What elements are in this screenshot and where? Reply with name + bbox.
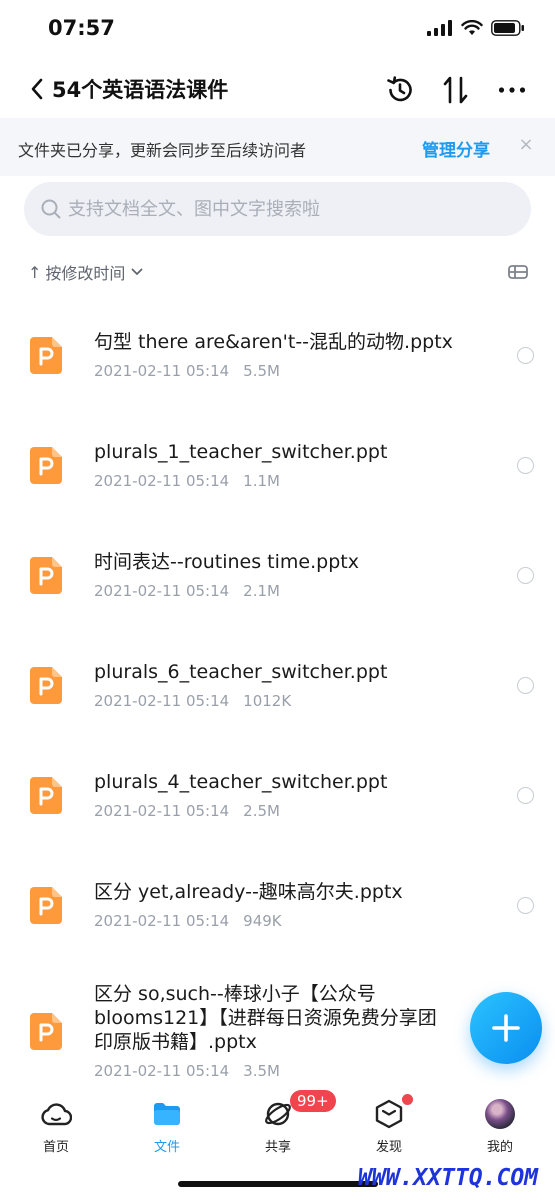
add-button[interactable]: [470, 992, 542, 1064]
page-title: 54个英语语法课件: [52, 78, 229, 102]
select-checkbox[interactable]: [517, 897, 534, 914]
wifi-icon: [461, 20, 483, 35]
file-row[interactable]: 时间表达--routines time.pptx 2021-02-11 05:14…: [0, 520, 555, 630]
file-date: 2021-02-11 05:14: [94, 1062, 230, 1080]
more-dots-icon: [498, 87, 526, 93]
discover-badge-dot: [402, 1094, 413, 1105]
file-name: 句型 there are&aren't--混乱的动物.pptx: [94, 331, 453, 353]
chevron-left-icon: [31, 78, 43, 100]
tab-profile[interactable]: 我的: [460, 1098, 540, 1158]
view-mode-button[interactable]: [506, 260, 530, 284]
chevron-down-icon: [132, 268, 143, 275]
select-checkbox[interactable]: [517, 787, 534, 804]
file-meta: 2021-02-11 05:14 2.5M: [94, 802, 280, 820]
file-row[interactable]: plurals_4_teacher_switcher.ppt 2021-02-11…: [0, 740, 555, 850]
sort-arrows-icon: [443, 76, 468, 104]
watermark: WWW.XXTTQ.COM: [358, 1165, 539, 1191]
file-meta: 2021-02-11 05:14 3.5M: [94, 1062, 280, 1080]
sort-row: ↑ 按修改时间: [0, 254, 555, 290]
file-row[interactable]: 句型 there are&aren't--混乱的动物.pptx 2021-02-1…: [0, 300, 555, 410]
nav-bar: 54个英语语法课件: [0, 60, 555, 118]
file-size: 1012K: [243, 692, 292, 710]
select-checkbox[interactable]: [517, 677, 534, 694]
file-date: 2021-02-11 05:14: [94, 802, 230, 820]
file-meta: 2021-02-11 05:14 1012K: [94, 692, 291, 710]
search-input[interactable]: [68, 192, 508, 226]
tab-discover[interactable]: 发现: [349, 1098, 429, 1158]
file-date: 2021-02-11 05:14: [94, 692, 230, 710]
file-row[interactable]: 区分 yet,already--趣味高尔夫.pptx 2021-02-11 05:…: [0, 850, 555, 960]
file-name: 区分 so,such--棒球小子【公众号 blooms121】【进群每日资源免费…: [94, 983, 437, 1053]
tab-home[interactable]: 首页: [16, 1098, 96, 1158]
status-time: 07:57: [48, 16, 115, 40]
close-icon[interactable]: ×: [516, 134, 536, 155]
file-name: plurals_1_teacher_switcher.ppt: [94, 441, 388, 463]
tab-label-profile: 我的: [486, 1140, 513, 1155]
ppt-file-icon: [30, 667, 62, 704]
ppt-file-icon: [30, 557, 62, 594]
file-meta: 2021-02-11 05:14 5.5M: [94, 362, 280, 380]
tab-label-share: 共享: [264, 1140, 291, 1155]
file-size: 5.5M: [243, 362, 280, 380]
file-meta: 2021-02-11 05:14 1.1M: [94, 472, 280, 490]
folder-icon: [151, 1098, 183, 1130]
select-checkbox[interactable]: [517, 457, 534, 474]
ppt-file-icon: [30, 1013, 62, 1050]
file-date: 2021-02-11 05:14: [94, 582, 230, 600]
tab-label-files: 文件: [153, 1140, 180, 1155]
cube-icon: [373, 1098, 405, 1130]
banner-text: 文件夹已分享，更新会同步至后续访问者: [18, 141, 307, 160]
manage-share-link[interactable]: 管理分享: [422, 136, 490, 161]
file-size: 3.5M: [243, 1062, 280, 1080]
file-date: 2021-02-11 05:14: [94, 472, 230, 490]
file-meta: 2021-02-11 05:14 2.1M: [94, 582, 280, 600]
share-banner: 文件夹已分享，更新会同步至后续访问者 管理分享 ×: [0, 118, 555, 176]
file-name: plurals_6_teacher_switcher.ppt: [94, 661, 388, 683]
view-mode-icon: [508, 265, 528, 279]
file-row[interactable]: plurals_1_teacher_switcher.ppt 2021-02-11…: [0, 410, 555, 520]
share-badge-count: 99+: [290, 1090, 336, 1112]
file-name: 时间表达--routines time.pptx: [94, 551, 359, 573]
file-date: 2021-02-11 05:14: [94, 912, 230, 930]
tab-label-home: 首页: [42, 1140, 69, 1155]
tab-files[interactable]: 文件: [127, 1098, 207, 1158]
cloud-icon: [40, 1098, 72, 1130]
file-size: 2.5M: [243, 802, 280, 820]
ppt-file-icon: [30, 447, 62, 484]
select-checkbox[interactable]: [517, 347, 534, 364]
file-size: 2.1M: [243, 582, 280, 600]
file-row[interactable]: plurals_6_teacher_switcher.ppt 2021-02-11…: [0, 630, 555, 740]
sort-arrow: ↑: [28, 262, 42, 282]
file-name: 区分 yet,already--趣味高尔夫.pptx: [94, 881, 403, 903]
ppt-file-icon: [30, 337, 62, 374]
file-size: 1.1M: [243, 472, 280, 490]
sort-button[interactable]: ↑ 按修改时间: [28, 260, 143, 284]
back-button[interactable]: [30, 72, 54, 106]
status-bar: 07:57: [0, 0, 555, 60]
plus-icon: [492, 1014, 520, 1042]
file-size: 949K: [243, 912, 282, 930]
sort-label: 按修改时间: [45, 264, 126, 283]
select-checkbox[interactable]: [517, 567, 534, 584]
search-box[interactable]: [24, 182, 531, 236]
sort-order-button[interactable]: [438, 72, 474, 108]
file-date: 2021-02-11 05:14: [94, 362, 230, 380]
ppt-file-icon: [30, 887, 62, 924]
history-button[interactable]: [382, 72, 418, 108]
tab-label-discover: 发现: [375, 1140, 402, 1155]
home-indicator: [178, 1181, 378, 1187]
more-button[interactable]: [494, 72, 530, 108]
file-list: 句型 there are&aren't--混乱的动物.pptx 2021-02-1…: [0, 300, 555, 1090]
ppt-file-icon: [30, 777, 62, 814]
avatar: [484, 1098, 516, 1130]
battery-icon: [491, 20, 524, 36]
search-icon: [41, 199, 61, 219]
history-icon: [387, 76, 412, 102]
status-icons: [427, 20, 525, 36]
cellular-signal-icon: [427, 20, 452, 36]
file-name: plurals_4_teacher_switcher.ppt: [94, 771, 388, 793]
file-meta: 2021-02-11 05:14 949K: [94, 912, 282, 930]
